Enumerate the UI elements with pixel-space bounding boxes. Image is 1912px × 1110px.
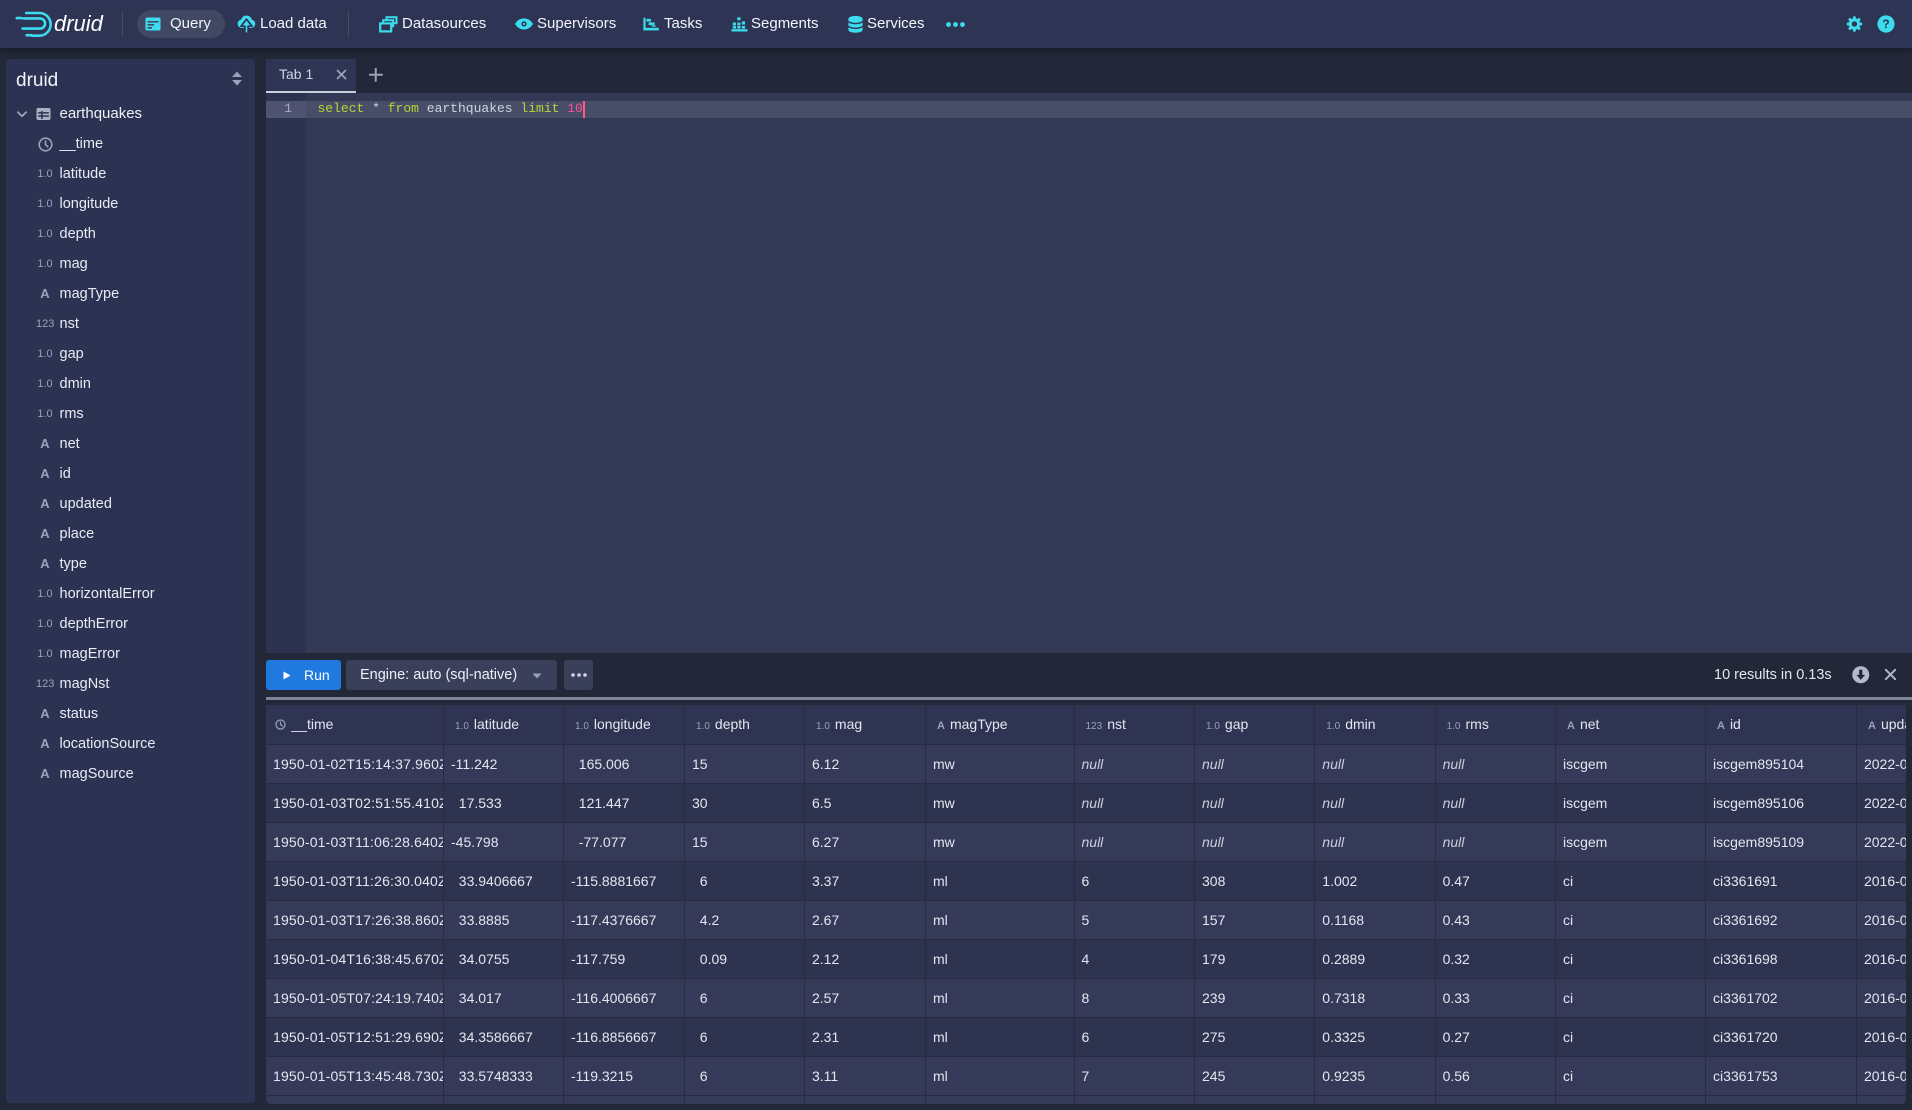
svg-text:?: ? <box>1882 17 1889 31</box>
